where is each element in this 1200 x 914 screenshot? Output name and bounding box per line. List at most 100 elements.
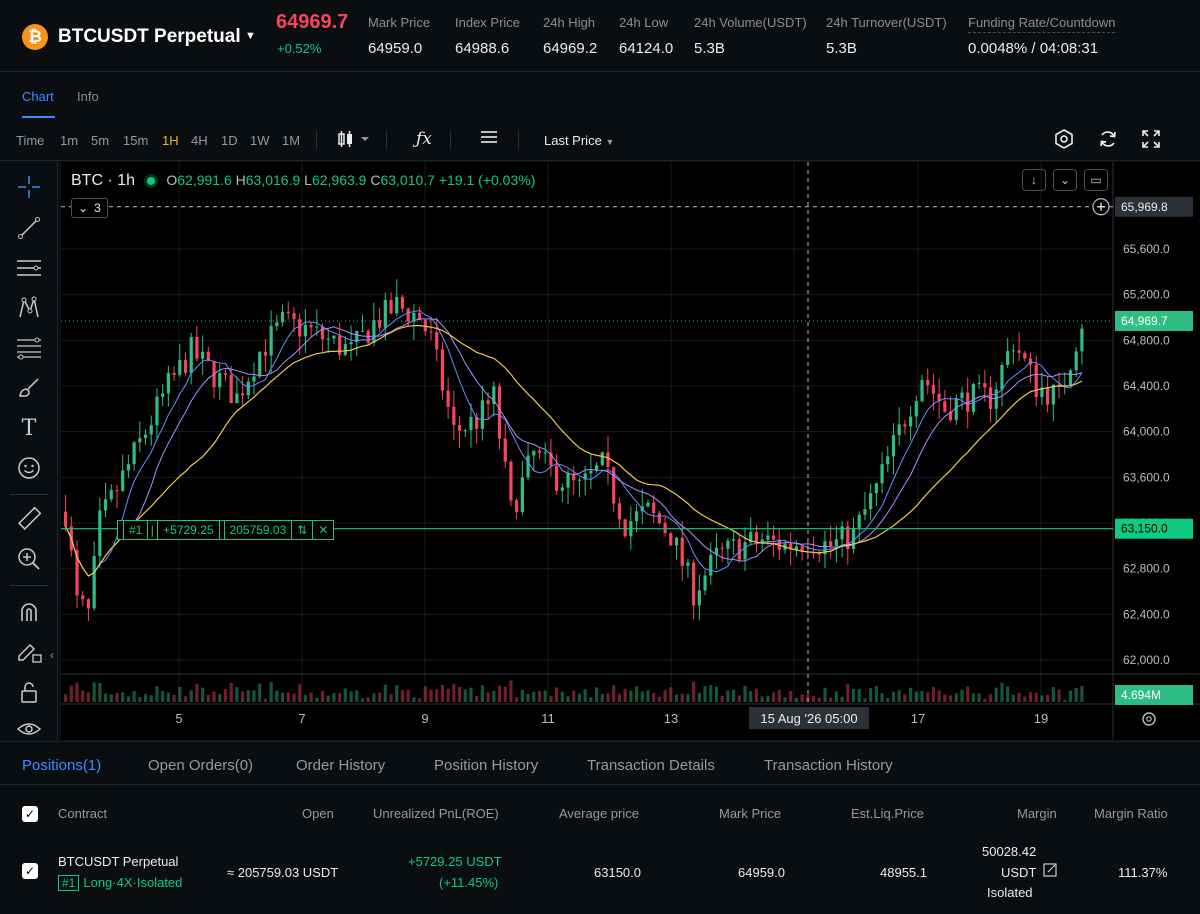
price-type-select[interactable]: Last Price ▼: [544, 133, 614, 148]
symbol-selector[interactable]: BTCUSDT Perpetual: [58, 26, 241, 48]
tab-order-history[interactable]: Order History: [296, 757, 385, 774]
pencil-lock-icon[interactable]: [14, 637, 44, 667]
candle-body: [178, 360, 182, 375]
volume-bar: [189, 690, 193, 702]
fibonacci-tool-icon[interactable]: [14, 333, 44, 363]
alert-count-badge[interactable]: ⌄ 3: [71, 198, 108, 218]
volume-bar: [543, 690, 547, 702]
tab-chart[interactable]: Chart: [22, 89, 54, 104]
collapse-icon[interactable]: ⌄: [1053, 169, 1077, 191]
volume-bar: [109, 694, 113, 702]
volume-bar: [212, 691, 216, 702]
layout-icon[interactable]: ▭: [1084, 169, 1108, 191]
candle-body: [343, 344, 347, 355]
volume-bar: [709, 685, 713, 702]
y-tick-label: 62,800.0: [1123, 562, 1170, 576]
crosshair-tool-icon[interactable]: [14, 172, 44, 202]
pattern-tool-icon[interactable]: [14, 293, 44, 323]
liq-price: 48955.1: [880, 865, 927, 880]
tab-transaction-history[interactable]: Transaction History: [764, 757, 893, 774]
candle-body: [926, 380, 930, 386]
timeframe-1d[interactable]: 1D: [221, 133, 238, 148]
tab-transaction-details[interactable]: Transaction Details: [587, 757, 715, 774]
candle-body: [663, 523, 667, 534]
tab-open-orders[interactable]: Open Orders(0): [148, 757, 253, 774]
row-checkbox[interactable]: ✓: [22, 863, 38, 879]
download-icon[interactable]: ↓: [1022, 169, 1046, 191]
candle-body: [669, 533, 673, 546]
candle-body: [515, 500, 519, 513]
fullscreen-icon[interactable]: [1141, 129, 1161, 154]
candle-type-icon[interactable]: [337, 129, 371, 154]
volume-bar: [532, 691, 536, 702]
volume-bar: [355, 690, 359, 702]
candle-body: [509, 461, 513, 501]
reverse-arrows-icon[interactable]: ⇅: [291, 520, 314, 540]
stat-24h-volume: 24h Volume(USDT) 5.3B: [694, 15, 807, 57]
volume-bar: [886, 698, 890, 702]
refresh-icon[interactable]: [1098, 129, 1118, 154]
settings-hex-icon[interactable]: [1054, 129, 1074, 154]
volume-bar: [372, 693, 376, 702]
caret-down-icon[interactable]: ▼: [245, 30, 256, 42]
timeframe-5m[interactable]: 5m: [91, 133, 109, 148]
volume-bar: [161, 691, 165, 702]
candle-body: [246, 381, 250, 396]
table-row[interactable]: ✓ BTCUSDT Perpetual #1 Long·4X·Isolated ≈…: [0, 842, 1200, 914]
volume-bar: [663, 690, 667, 702]
volume-bar: [646, 690, 650, 702]
candle-body: [309, 324, 313, 328]
timeframe-1m[interactable]: 1m: [60, 133, 78, 148]
price-chart[interactable]: 62,000.062,400.062,800.063,200.063,600.0…: [61, 162, 1200, 740]
edit-margin-icon[interactable]: [1043, 863, 1057, 880]
zoom-in-icon[interactable]: [14, 544, 44, 574]
menu-lines-icon[interactable]: [480, 129, 498, 150]
candle-body: [920, 380, 924, 402]
toolbar-divider: [316, 131, 317, 149]
candle-body: [503, 438, 507, 462]
x-tick-label: 7: [298, 711, 305, 726]
text-tool-icon[interactable]: T: [14, 413, 44, 443]
timeframe-1h[interactable]: 1H: [162, 133, 179, 148]
select-all-checkbox[interactable]: ✓: [22, 806, 38, 822]
y-tick-label: 62,000.0: [1123, 653, 1170, 667]
candle-body: [737, 539, 741, 560]
candle-body: [726, 540, 730, 549]
volume-bar: [480, 685, 484, 702]
volume-bar: [537, 690, 542, 702]
collapse-arrow-icon[interactable]: ‹: [50, 648, 54, 662]
indicators-fx-icon[interactable]: ƒx: [416, 129, 432, 149]
volume-bar: [457, 687, 462, 702]
ruler-tool-icon[interactable]: [14, 504, 44, 534]
chart-canvas[interactable]: 62,000.062,400.062,800.063,200.063,600.0…: [61, 162, 1200, 740]
eye-icon[interactable]: [14, 714, 44, 744]
position-line-label[interactable]: #1 | +5729.25 205759.03 ⇅ ✕: [117, 520, 335, 540]
timeframe-1w[interactable]: 1W: [250, 133, 270, 148]
timeframe-1month[interactable]: 1M: [282, 133, 300, 148]
trend-line-tool-icon[interactable]: [14, 213, 44, 243]
timeframe-4h[interactable]: 4H: [191, 133, 208, 148]
brush-tool-icon[interactable]: [14, 373, 44, 403]
candle-body: [617, 503, 622, 520]
candle-body: [794, 546, 799, 550]
timeframe-15m[interactable]: 15m: [123, 133, 148, 148]
candle-body: [577, 479, 582, 481]
candle-body: [857, 514, 861, 528]
toolbar-divider: [10, 585, 48, 586]
horizontal-lines-tool-icon[interactable]: [14, 253, 44, 283]
candle-body: [560, 487, 564, 491]
candle-body: [183, 360, 188, 373]
tab-position-history[interactable]: Position History: [434, 757, 538, 774]
close-position-icon[interactable]: ✕: [312, 520, 335, 540]
volume-bar: [1028, 692, 1033, 702]
lock-icon[interactable]: [14, 677, 44, 707]
volume-bar: [503, 686, 507, 702]
emoji-tool-icon[interactable]: [14, 453, 44, 483]
volume-bar: [623, 688, 627, 702]
tab-info[interactable]: Info: [77, 89, 99, 104]
volume-bar: [766, 696, 770, 702]
volume-bar: [920, 690, 924, 702]
magnet-icon[interactable]: [14, 597, 44, 627]
tab-positions[interactable]: Positions(1): [22, 757, 101, 774]
candle-body: [263, 351, 268, 356]
